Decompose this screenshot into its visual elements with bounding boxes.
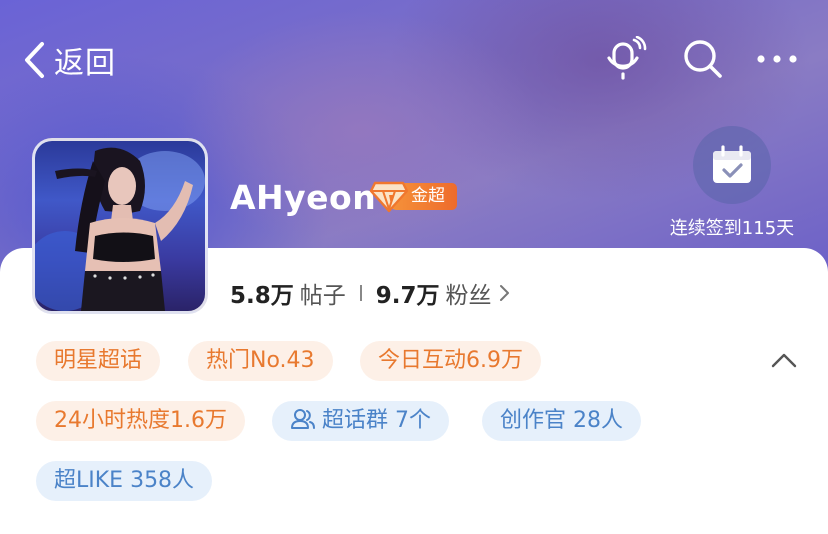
chevron-right-icon xyxy=(499,285,509,301)
search-button[interactable] xyxy=(680,36,726,82)
back-label: 返回 xyxy=(54,46,116,81)
avatar[interactable] xyxy=(32,138,208,314)
voice-button[interactable] xyxy=(602,35,648,82)
checkin-button[interactable]: 连续签到115天 xyxy=(668,126,796,240)
back-button[interactable]: 返回 xyxy=(22,38,116,82)
gold-level-badge[interactable]: 金超 xyxy=(369,180,457,213)
tag-topic-group[interactable]: 超话群 7个 xyxy=(272,401,449,441)
more-button[interactable] xyxy=(754,36,800,82)
group-icon xyxy=(291,409,315,429)
diamond-icon xyxy=(369,181,409,213)
tag-super-like[interactable]: 超LIKE 358人 xyxy=(36,461,213,501)
more-icon xyxy=(757,55,797,63)
checkin-streak-label: 连续签到115天 xyxy=(669,218,795,239)
tag-star-topic[interactable]: 明星超话 xyxy=(36,341,161,381)
fans-label: 粉丝 xyxy=(445,283,492,309)
stats-divider xyxy=(359,285,362,301)
fans-link[interactable]: 9.7万 粉丝 xyxy=(376,276,510,310)
chevron-up-icon[interactable] xyxy=(770,348,798,372)
microphone-icon xyxy=(607,35,647,80)
tag-daily-interaction[interactable]: 今日互动6.9万 xyxy=(360,341,541,381)
avatar-image xyxy=(35,147,205,311)
posts-label: 帖子 xyxy=(299,283,346,309)
tag-hot-rank[interactable]: 热门No.43 xyxy=(188,341,333,381)
tag-topic-group-label: 超话群 7个 xyxy=(322,408,431,433)
calendar-check-icon xyxy=(713,145,751,183)
topic-name: AHyeon xyxy=(230,178,377,217)
tag-creator[interactable]: 创作官 28人 xyxy=(482,401,641,441)
fans-count: 9.7万 xyxy=(375,283,440,309)
top-bar: 返回 xyxy=(0,0,828,120)
posts-count: 5.8万 xyxy=(230,283,294,309)
topic-stats: 5.8万 帖子 9.7万 粉丝 xyxy=(230,276,510,310)
chevron-left-icon xyxy=(25,42,44,78)
checkin-circle xyxy=(693,126,771,204)
tag-24h-heat[interactable]: 24小时热度1.6万 xyxy=(36,401,245,441)
search-icon xyxy=(684,40,722,78)
